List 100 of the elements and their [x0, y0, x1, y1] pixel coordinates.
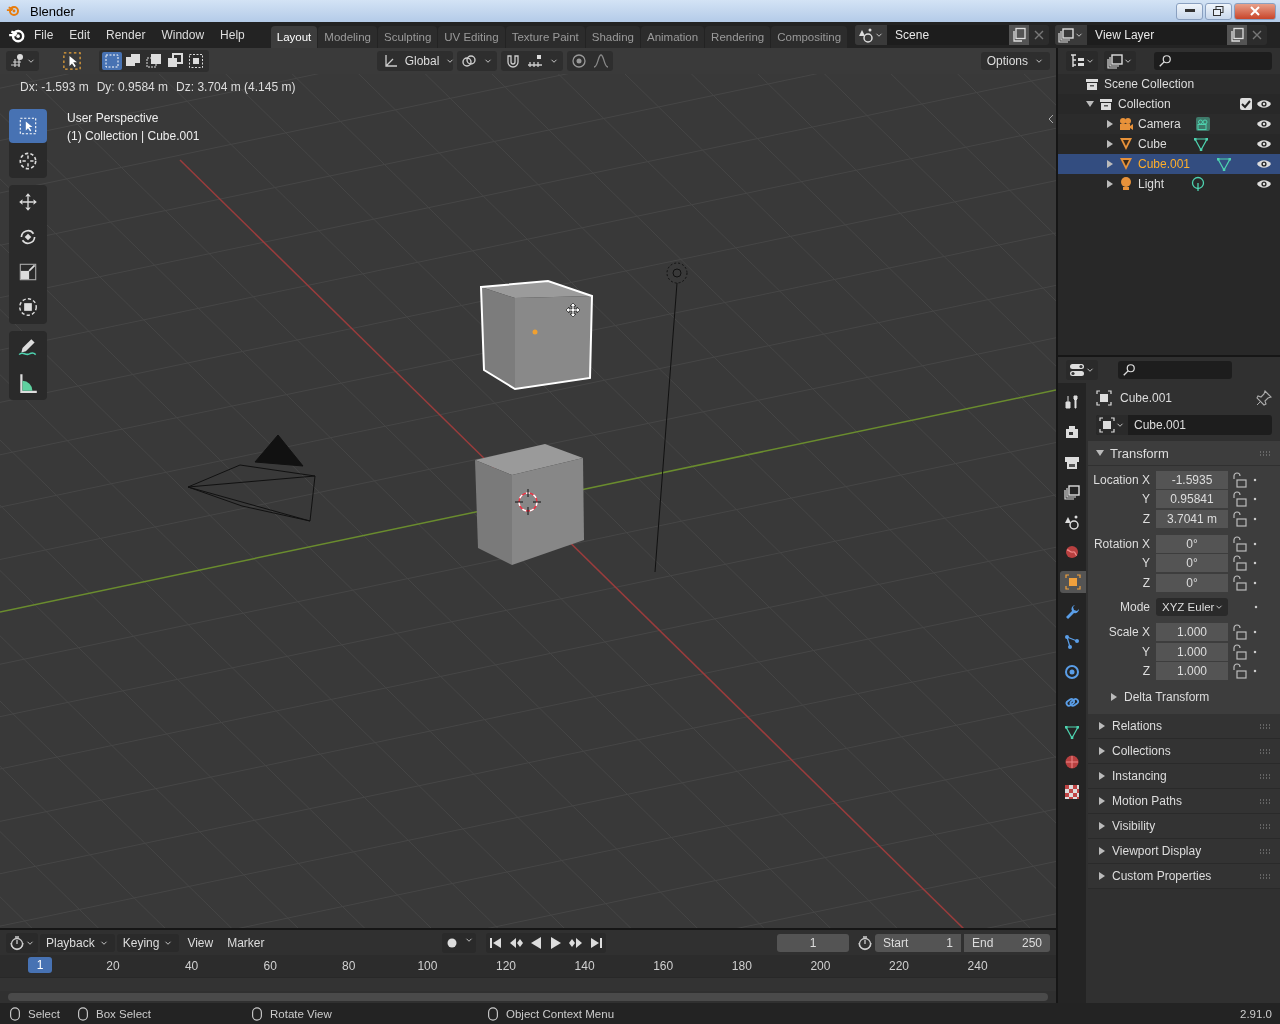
- end-frame-field[interactable]: End 250: [964, 933, 1050, 952]
- workspace-tab[interactable]: Compositing: [771, 26, 848, 48]
- orientation-dropdown[interactable]: Global: [376, 51, 453, 71]
- menu-item[interactable]: Help: [212, 24, 253, 46]
- scene-field[interactable]: Scene: [887, 25, 1010, 45]
- expand-arrow-icon[interactable]: [1086, 100, 1094, 108]
- lock-icon[interactable]: [1231, 643, 1247, 660]
- copy-view-layer-button[interactable]: [1227, 25, 1248, 45]
- proportional-editing-dropdown[interactable]: [566, 51, 613, 71]
- copy-scene-button[interactable]: [1009, 25, 1030, 45]
- outliner-item[interactable]: Collection: [1118, 97, 1171, 111]
- workspace-tab[interactable]: Modeling: [318, 26, 377, 48]
- workspace-tab[interactable]: Rendering: [705, 26, 771, 48]
- workspace-tab[interactable]: Sculpting: [377, 26, 438, 48]
- workspace-tab[interactable]: Texture Paint: [505, 26, 585, 48]
- lock-icon[interactable]: [1231, 663, 1247, 680]
- lock-icon[interactable]: [1231, 555, 1247, 572]
- view-layer-field[interactable]: View Layer: [1087, 25, 1228, 45]
- menu-item[interactable]: Window: [153, 24, 213, 46]
- select-mode-button[interactable]: [186, 52, 206, 70]
- expand-arrow-icon[interactable]: [1098, 821, 1106, 830]
- collapse-arrow-icon[interactable]: [1096, 449, 1104, 457]
- workspace-tab[interactable]: Animation: [640, 26, 705, 48]
- number-field[interactable]: 0°: [1156, 534, 1228, 553]
- select-mode-button[interactable]: [165, 52, 185, 70]
- camera-data-icon[interactable]: [1194, 116, 1211, 132]
- stopwatch-icon[interactable]: [857, 934, 873, 951]
- panel-header[interactable]: Transform: [1088, 441, 1280, 465]
- expand-arrow-icon[interactable]: [1098, 746, 1106, 755]
- expand-arrow-icon[interactable]: [1106, 140, 1114, 148]
- start-frame-field[interactable]: Start 1: [875, 933, 961, 952]
- close-button[interactable]: [1234, 2, 1276, 20]
- expand-arrow-icon[interactable]: [1098, 771, 1106, 780]
- menu-item[interactable]: Render: [98, 24, 154, 46]
- outliner-item[interactable]: Camera: [1138, 117, 1181, 131]
- lock-icon[interactable]: [1231, 471, 1247, 488]
- minimize-button[interactable]: [1176, 2, 1203, 20]
- mode-dropdown[interactable]: XYZ Euler: [1156, 598, 1228, 617]
- lock-icon[interactable]: [1231, 574, 1247, 591]
- mouse-drag-icon: [76, 1006, 90, 1021]
- number-field[interactable]: 0.95841: [1156, 490, 1228, 509]
- menu-item[interactable]: Marker: [221, 933, 271, 952]
- scrollbar[interactable]: [8, 993, 1048, 1001]
- expand-arrow-icon[interactable]: [1106, 180, 1114, 188]
- editor-type-button[interactable]: [6, 51, 39, 71]
- playhead[interactable]: 1: [28, 957, 52, 974]
- expand-arrow-icon[interactable]: [1098, 871, 1106, 880]
- workspace-tab[interactable]: UV Editing: [438, 26, 505, 48]
- lock-icon[interactable]: [1231, 623, 1247, 640]
- select-mode-button[interactable]: [144, 52, 164, 70]
- number-field[interactable]: 1.000: [1156, 642, 1228, 661]
- workspace-tab[interactable]: Layout: [270, 26, 318, 48]
- number-field[interactable]: 1.000: [1156, 662, 1228, 681]
- search-field[interactable]: [1154, 52, 1272, 70]
- subpanel-header[interactable]: Delta Transform: [1088, 685, 1280, 708]
- current-frame-field[interactable]: 1: [777, 933, 849, 952]
- outliner-item[interactable]: Cube: [1138, 137, 1167, 151]
- outliner-item[interactable]: Light: [1138, 177, 1165, 191]
- number-field[interactable]: 0°: [1156, 554, 1228, 573]
- number-field[interactable]: 3.7041 m: [1156, 510, 1228, 528]
- lock-icon[interactable]: [1231, 491, 1247, 508]
- outliner-item[interactable]: Scene Collection: [1104, 77, 1195, 91]
- search-field[interactable]: [1118, 361, 1232, 379]
- snapping-dropdown[interactable]: [500, 51, 563, 71]
- light-data-icon[interactable]: [1190, 176, 1207, 192]
- datablock-type-button[interactable]: [1096, 415, 1128, 435]
- expand-arrow-icon[interactable]: [1106, 160, 1114, 168]
- record-button[interactable]: [441, 932, 476, 953]
- menu-item[interactable]: File: [26, 24, 62, 46]
- menu-dropdown[interactable]: Playback: [40, 933, 115, 952]
- menu-item[interactable]: Edit: [61, 24, 99, 46]
- active-tool-icon[interactable]: [62, 51, 82, 71]
- restore-button[interactable]: [1205, 2, 1232, 20]
- expand-arrow-icon[interactable]: [1106, 120, 1114, 128]
- options-dropdown[interactable]: Options: [980, 52, 1050, 70]
- pin-icon[interactable]: [1256, 390, 1272, 406]
- scene-type-button[interactable]: [855, 25, 888, 45]
- lock-icon[interactable]: [1231, 511, 1247, 527]
- pivot-dropdown[interactable]: [456, 51, 497, 71]
- mesh-data-icon[interactable]: [1216, 156, 1233, 172]
- number-field[interactable]: -1.5935: [1156, 470, 1228, 489]
- display-mode-button[interactable]: [1066, 51, 1098, 71]
- editor-type-button[interactable]: [1066, 360, 1098, 380]
- number-field[interactable]: 1.000: [1156, 622, 1228, 641]
- number-field[interactable]: 0°: [1156, 573, 1228, 592]
- outliner-item[interactable]: Cube.001: [1138, 157, 1191, 171]
- mesh-data-icon[interactable]: [1192, 136, 1209, 152]
- menu-item[interactable]: View: [181, 933, 220, 952]
- view-layer-type-button[interactable]: [1055, 25, 1088, 45]
- expand-arrow-icon[interactable]: [1098, 721, 1106, 730]
- expand-arrow-icon[interactable]: [1110, 692, 1118, 701]
- expand-arrow-icon[interactable]: [1098, 846, 1106, 855]
- expand-arrow-icon[interactable]: [1098, 796, 1106, 805]
- operator-info: Dz: 3.704 m (4.145 m): [176, 80, 296, 94]
- checkbox[interactable]: [1240, 98, 1252, 110]
- filter-button[interactable]: [1104, 51, 1136, 71]
- workspace-tab[interactable]: Shading: [585, 26, 640, 48]
- menu-dropdown[interactable]: Keying: [116, 933, 180, 952]
- lock-icon[interactable]: [1231, 535, 1247, 552]
- editor-type-button[interactable]: [6, 932, 38, 953]
